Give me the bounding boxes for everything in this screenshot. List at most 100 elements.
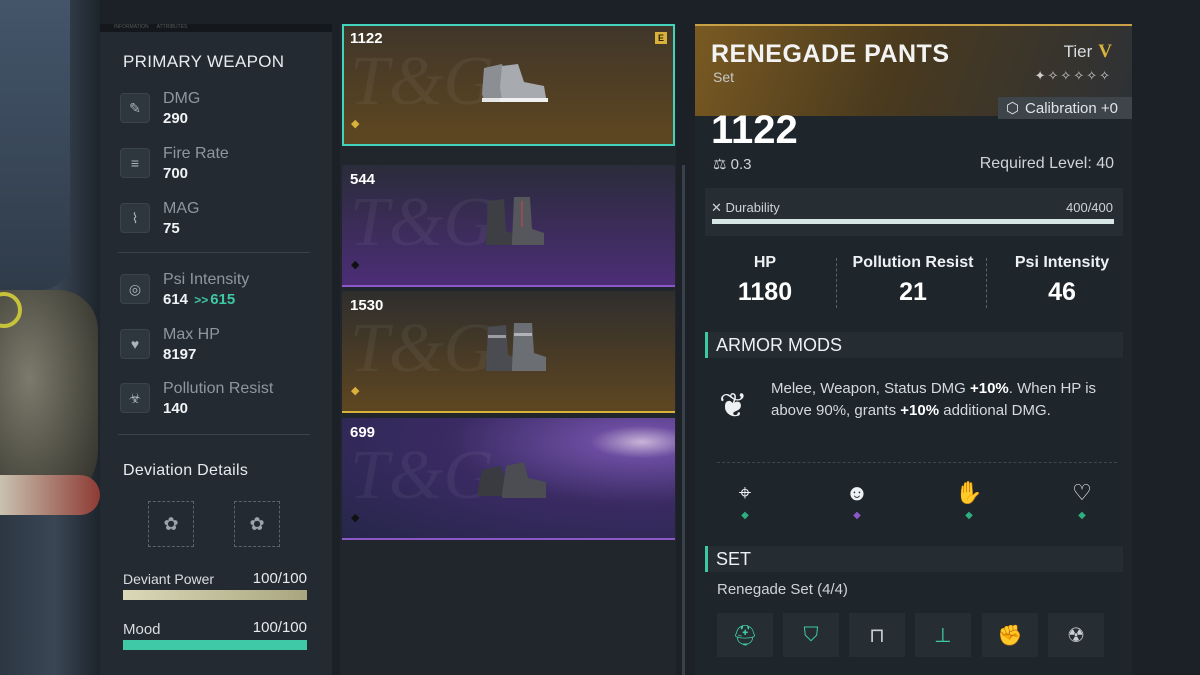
combat-boots-icon — [478, 462, 546, 498]
rarity-gem-icon: ◆ — [351, 385, 360, 397]
attribute-separator — [836, 258, 837, 308]
character-leg — [0, 0, 70, 290]
wrench-icon: ✕ — [711, 200, 722, 215]
stat-label: DMG — [163, 90, 201, 107]
durability-fill — [712, 219, 1114, 224]
star-rating: ✦✧✧✧✧✧ — [1034, 68, 1112, 83]
weight-value: 0.3 — [730, 156, 752, 173]
stat-max-hp: ♥ Max HP 8197 — [120, 326, 320, 370]
attribute-hp: HP 1180 — [695, 254, 835, 307]
stat-psi-intensity: ◎ Psi Intensity 614 >> 615 — [120, 271, 320, 315]
deviation-title: Deviation Details — [123, 462, 249, 479]
stat-value: 290 — [163, 110, 189, 127]
armored-boots-icon — [486, 323, 546, 371]
tier-value: V — [1098, 41, 1112, 62]
item-power: 1122 — [711, 108, 798, 152]
set-piece-gloves[interactable]: ✊ — [982, 613, 1038, 657]
stat-new-value: 615 — [210, 291, 236, 308]
armor-mod-box: ❦ Melee, Weapon, Status DMG +10%. When H… — [705, 362, 1123, 562]
durability-value: 400/400 — [1066, 200, 1113, 215]
item-card-4[interactable]: T&G 699 ◆ — [342, 418, 675, 540]
heart-icon: ♥ — [120, 329, 150, 359]
stat-label: Psi Intensity — [163, 271, 250, 288]
set-piece-top[interactable]: ⛉ — [783, 613, 839, 657]
mod-gem-icon: ◆ — [853, 510, 861, 521]
durability-text: Durability — [725, 200, 780, 215]
stat-value: 8197 — [163, 346, 197, 363]
boots-icon — [486, 197, 544, 245]
mod-text: Melee, Weapon, Status DMG — [771, 380, 970, 397]
primary-weapon-title: PRIMARY WEAPON — [123, 52, 285, 71]
attribute-name: Pollution Resist — [852, 254, 974, 271]
set-piece-mask[interactable]: ☢ — [1048, 613, 1104, 657]
biohazard-icon: ☣ — [120, 383, 150, 413]
item-card-2[interactable]: T&G 544 ◆ — [342, 165, 675, 287]
stat-pollution-resist: ☣ Pollution Resist 140 — [120, 380, 320, 424]
attribute-value: 46 — [1048, 278, 1076, 306]
mod-gem-icon: ◆ — [741, 510, 749, 521]
mood-value: 100/100 — [252, 619, 307, 636]
set-piece-boots[interactable]: ⊥ — [915, 613, 971, 657]
mod-divider — [717, 462, 1117, 463]
stat-label: MAG — [163, 200, 200, 217]
item-score: 699 — [350, 424, 376, 441]
mod-slot-2[interactable]: ☻ ◆ — [837, 480, 877, 521]
item-tier: Tier V — [1064, 41, 1112, 63]
mod-bonus: +10% — [900, 402, 940, 419]
magazine-icon: ⌇ — [120, 203, 150, 233]
deviant-power-value: 100/100 — [252, 570, 307, 587]
stat-value: 75 — [163, 220, 180, 237]
durability-label: ✕ Durability — [711, 200, 780, 216]
weight-icon: ⚖ — [713, 156, 727, 173]
item-name: RENEGADE PANTS — [711, 40, 950, 68]
stat-value: 140 — [163, 400, 189, 417]
required-level: Required Level: 40 — [979, 155, 1114, 172]
head-star-icon: ☻ — [845, 480, 869, 505]
durability-bar — [712, 219, 1114, 224]
mod-slot-1[interactable]: ⌖ ◆ — [725, 480, 765, 521]
mod-slot-4[interactable]: ♡ ◆ — [1062, 480, 1102, 521]
attribute-name: Psi Intensity — [1014, 254, 1110, 271]
stat-old-value: 614 — [163, 291, 189, 308]
hand-icon: ✋ — [955, 480, 983, 505]
set-name: Renegade Set (4/4) — [717, 581, 848, 598]
item-card-3[interactable]: T&G 1530 ◆ — [342, 291, 675, 413]
sneakers-icon — [482, 64, 548, 102]
item-card-1[interactable]: T&G 1122 E ◆ — [342, 24, 675, 146]
calibration-label: Calibration +0 — [1025, 99, 1118, 117]
attribute-separator — [986, 258, 987, 308]
equipped-badge: E — [655, 32, 667, 44]
mod-gem-icon: ◆ — [1078, 510, 1086, 521]
boots-icon: ⊥ — [934, 624, 952, 647]
item-list: T&G 1122 E ◆ T&G 544 ◆ T&G 1530 ◆ T&G 69… — [340, 24, 676, 675]
mod-gem-icon: ◆ — [965, 510, 973, 521]
deviant-power-bar — [123, 590, 307, 600]
stat-mag: ⌇ MAG 75 — [120, 200, 320, 244]
fire-rate-icon: ≡ — [120, 148, 150, 178]
attribute-name: HP — [753, 254, 777, 271]
set-piece-pants[interactable]: ⊓ — [849, 613, 905, 657]
set-piece-helmet[interactable]: ⛑ — [717, 613, 773, 657]
calibration-badge: ⬡ Calibration +0 — [997, 97, 1132, 119]
divider — [118, 434, 310, 435]
item-score: 1122 — [350, 30, 383, 47]
mod-bonus: +10% — [969, 380, 1009, 397]
deviation-slot-2[interactable]: ✿ — [234, 501, 280, 547]
item-header: RENEGADE PANTS Set Tier V ✦✧✧✧✧✧ ⬡ Calibr… — [695, 24, 1132, 119]
set-header: SET — [705, 546, 1123, 572]
character-shoe-sole — [0, 475, 100, 515]
rarity-gem-icon: ◆ — [351, 259, 360, 271]
deviation-slot-1[interactable]: ✿ — [148, 501, 194, 547]
deviant-power-label: Deviant Power — [123, 571, 215, 587]
mood-bar — [123, 640, 307, 650]
stat-value: 700 — [163, 165, 189, 182]
tab-attributes[interactable]: ATTRIBUTES — [157, 24, 188, 32]
character-preview — [0, 0, 100, 675]
tab-information[interactable]: INFORMATION — [114, 24, 149, 32]
item-score: 1530 — [350, 297, 384, 314]
gloves-icon: ✊ — [997, 624, 1023, 647]
damage-icon: ✎ — [120, 93, 150, 123]
item-list-scrollbar[interactable] — [682, 165, 685, 675]
psi-icon: ◎ — [120, 274, 150, 304]
mod-slot-3[interactable]: ✋ ◆ — [949, 480, 989, 521]
